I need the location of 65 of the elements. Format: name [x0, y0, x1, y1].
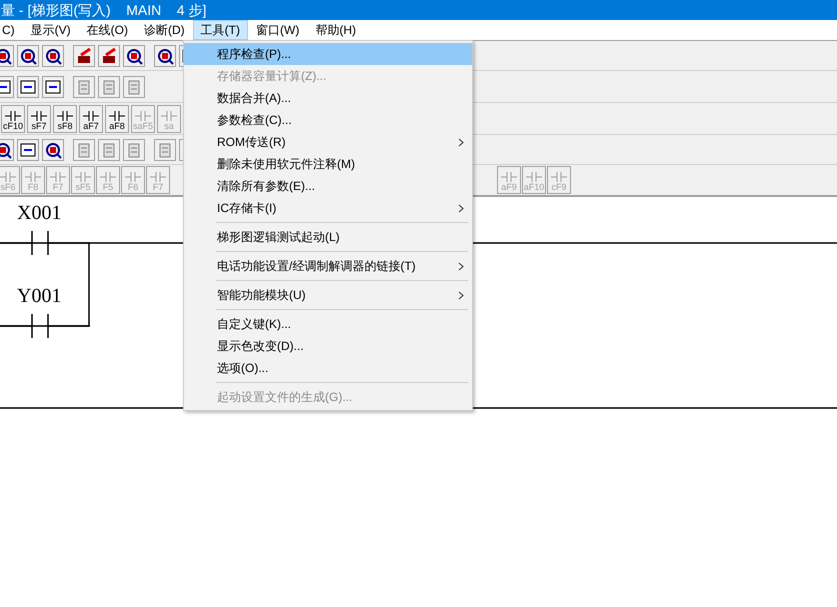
- menu-item[interactable]: 窗口(W): [248, 20, 308, 40]
- menu-option[interactable]: 清除所有参数(E)...: [184, 175, 472, 197]
- toolbar-glyph-icon: [19, 140, 37, 158]
- function-key-button[interactable]: sF8: [53, 104, 77, 132]
- menu-option[interactable]: 数据合并(A)...: [184, 87, 472, 109]
- toolbar-button[interactable]: [42, 138, 64, 160]
- menu-option[interactable]: IC存储卡(I): [184, 197, 472, 219]
- toolbar-glyph-icon: [19, 78, 37, 96]
- menu-option[interactable]: 自定义键(K)...: [184, 313, 472, 335]
- ladder-symbol-icon: [25, 171, 41, 183]
- menu-option[interactable]: 参数检查(C)...: [184, 109, 472, 131]
- ladder-symbol-icon: [135, 110, 151, 122]
- menu-option[interactable]: ROM传送(R): [184, 131, 472, 153]
- menu-option[interactable]: 梯形图逻辑测试起动(L): [184, 226, 472, 248]
- menu-item[interactable]: C): [0, 20, 23, 40]
- toolbar-glyph-icon: [156, 46, 174, 64]
- menu-option[interactable]: 程序检查(P)...: [184, 43, 472, 65]
- toolbar-glyph-icon: [44, 140, 62, 158]
- ladder-symbol-icon: [0, 171, 16, 183]
- ladder-symbol-icon: [551, 171, 567, 183]
- ladder-symbol-icon: [83, 110, 99, 122]
- ladder-symbol-icon: [161, 110, 177, 122]
- toolbar-glyph-icon: [125, 46, 143, 64]
- toolbar-button[interactable]: [73, 44, 95, 66]
- function-key-button[interactable]: aF8: [105, 104, 129, 132]
- toolbar-glyph-icon: [19, 46, 37, 64]
- menu-item[interactable]: 帮助(H): [307, 20, 364, 40]
- menu-item[interactable]: 诊断(D): [136, 20, 193, 40]
- ladder-symbol-icon: [50, 171, 66, 183]
- function-key-button[interactable]: aF7: [79, 104, 103, 132]
- ladder-symbol-icon: [5, 110, 21, 122]
- toolbar-button[interactable]: [123, 44, 145, 66]
- toolbar-button[interactable]: [17, 76, 39, 98]
- toolbar-button[interactable]: [98, 44, 120, 66]
- ladder-symbol-icon: [75, 171, 91, 183]
- toolbar-glyph-icon: [44, 46, 62, 64]
- function-key-button[interactable]: cF10: [1, 104, 25, 132]
- menu-item[interactable]: 工具(T): [192, 20, 248, 40]
- menu-option[interactable]: 选项(O)...: [184, 357, 472, 379]
- ladder-symbol-icon: [125, 171, 141, 183]
- toolbar-button[interactable]: [154, 44, 176, 66]
- toolbar-glyph-icon: [100, 46, 118, 64]
- device-label: X001: [17, 203, 62, 223]
- ladder-symbol-icon: [100, 171, 116, 183]
- toolbar-glyph-icon: [75, 46, 93, 64]
- menu-option[interactable]: 显示色改变(D)...: [184, 335, 472, 357]
- function-key-button[interactable]: sF7: [27, 104, 51, 132]
- menu-option[interactable]: 电话功能设置/经调制解调器的链接(T): [184, 255, 472, 277]
- ladder-symbol-icon: [150, 171, 166, 183]
- ladder-symbol-icon: [31, 110, 47, 122]
- menu-item[interactable]: 在线(O): [78, 20, 136, 40]
- window-title: 量 - [梯形图(写入) MAIN 4 步]: [1, 0, 206, 20]
- menu-option[interactable]: 智能功能模块(U): [184, 284, 472, 306]
- ladder-symbol-icon: [109, 110, 125, 122]
- toolbar-button[interactable]: [17, 138, 39, 160]
- toolbar-button[interactable]: [17, 44, 39, 66]
- menu-item[interactable]: 显示(V): [22, 20, 79, 40]
- ladder-symbol-icon: [501, 171, 517, 183]
- toolbar-glyph-icon: [44, 78, 62, 96]
- device-label: Y001: [17, 286, 62, 306]
- ladder-symbol-icon: [57, 110, 73, 122]
- toolbar-button[interactable]: [42, 44, 64, 66]
- toolbar-button[interactable]: [42, 76, 64, 98]
- ladder-symbol-icon: [526, 171, 542, 183]
- menu-option[interactable]: 删除未使用软元件注释(M): [184, 153, 472, 175]
